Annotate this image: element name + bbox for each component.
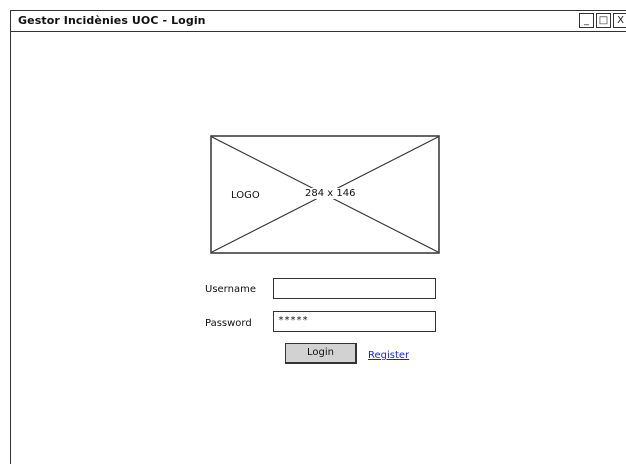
username-label: Username [205, 284, 256, 295]
logo-placeholder: LOGO 284 x 146 [210, 135, 440, 254]
maximize-button[interactable]: □ [596, 13, 611, 28]
logo-text: LOGO [230, 190, 261, 201]
login-button[interactable]: Login [285, 343, 357, 364]
minimize-button[interactable]: _ [579, 13, 594, 28]
register-link[interactable]: Register [368, 350, 409, 361]
application-window: Gestor Incidènies UOC - Login _ □ X LOGO… [10, 10, 626, 464]
password-label: Password [205, 318, 252, 329]
window-title: Gestor Incidènies UOC - Login [18, 14, 206, 27]
window-titlebar[interactable]: Gestor Incidènies UOC - Login _ □ X [11, 11, 626, 32]
username-input[interactable] [273, 278, 436, 299]
logo-dimensions: 284 x 146 [304, 188, 357, 199]
password-input[interactable]: ***** [273, 311, 436, 332]
close-button[interactable]: X [613, 13, 626, 28]
